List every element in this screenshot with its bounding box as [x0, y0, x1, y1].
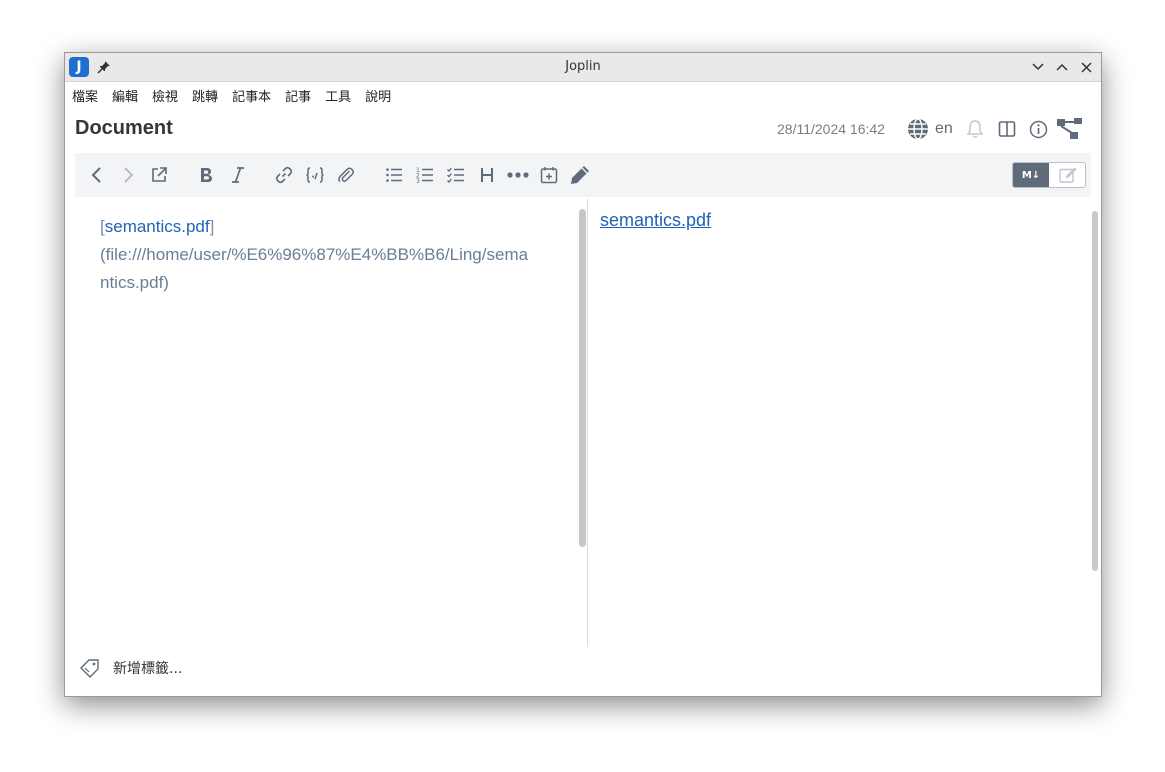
language-selector[interactable]: en	[907, 118, 953, 140]
note-updated-time: 28/11/2024 16:42	[777, 121, 885, 137]
tag-bar[interactable]: 新增標籤...	[79, 658, 182, 678]
note-properties-icon[interactable]	[1029, 118, 1048, 140]
close-button[interactable]	[1077, 58, 1095, 76]
menu-go[interactable]: 跳轉	[185, 82, 225, 106]
menu-notebook[interactable]: 記事本	[225, 82, 278, 106]
more-icon[interactable]	[507, 164, 529, 186]
add-tags-label[interactable]: 新增標籤...	[113, 658, 182, 678]
viewer-link[interactable]: semantics.pdf	[600, 210, 711, 231]
language-label: en	[935, 120, 953, 137]
menu-tools[interactable]: 工具	[318, 82, 358, 106]
menu-note[interactable]: 記事	[278, 82, 318, 106]
editor-link-text: semantics.pdf	[104, 217, 210, 236]
note-title[interactable]: Document	[75, 117, 173, 140]
app-window: J Joplin 檔案 編輯 檢視 跳轉 記事本 記事 工具 說明 Docume…	[64, 52, 1102, 697]
editor-line-2: (file:///home/user/%E6%96%87%E4%BB%B6/Li…	[100, 245, 529, 264]
editor-line-1: [semantics.pdf]	[100, 213, 560, 241]
editor-mode-toggle[interactable]: M↓	[1012, 162, 1086, 188]
bullet-list-icon[interactable]	[383, 164, 405, 186]
open-external-icon[interactable]	[148, 164, 170, 186]
menu-edit[interactable]: 編輯	[105, 82, 145, 106]
bracket-close: ]	[209, 217, 215, 236]
code-icon[interactable]	[304, 164, 326, 186]
alarm-icon[interactable]	[965, 118, 985, 140]
layout-toggle-icon[interactable]	[998, 118, 1016, 140]
menu-file[interactable]: 檔案	[65, 82, 105, 106]
italic-icon[interactable]	[227, 164, 249, 186]
spellcheck-pen-icon[interactable]	[569, 164, 591, 186]
attach-icon[interactable]	[335, 164, 357, 186]
viewer-scrollbar[interactable]	[1092, 211, 1098, 571]
numbered-list-icon[interactable]: 123	[414, 164, 436, 186]
heading-icon[interactable]	[476, 164, 498, 186]
markdown-editor[interactable]: [semantics.pdf] (file:///home/user/%E6%9…	[100, 213, 560, 297]
minimize-button[interactable]	[1029, 58, 1047, 76]
markdown-mode-button[interactable]: M↓	[1013, 163, 1049, 187]
title-bar[interactable]: J Joplin	[65, 53, 1101, 82]
insert-datetime-icon[interactable]	[538, 164, 560, 186]
toc-tree-icon[interactable]	[1056, 118, 1084, 140]
link-icon[interactable]	[273, 164, 295, 186]
tag-icon	[80, 659, 99, 678]
menu-bar: 檔案 編輯 檢視 跳轉 記事本 記事 工具 說明	[65, 82, 1101, 106]
checklist-icon[interactable]	[445, 164, 467, 186]
edit-icon	[1058, 167, 1076, 183]
menu-view[interactable]: 檢視	[145, 82, 185, 106]
back-icon[interactable]	[86, 164, 108, 186]
pane-divider[interactable]	[587, 199, 588, 647]
forward-icon[interactable]	[117, 164, 139, 186]
window-title: Joplin	[565, 59, 601, 74]
editor-scrollbar[interactable]	[579, 209, 586, 547]
rich-text-mode-button[interactable]	[1050, 163, 1085, 187]
maximize-button[interactable]	[1053, 58, 1071, 76]
globe-icon	[908, 118, 928, 140]
editor-line-3: ntics.pdf)	[100, 273, 169, 292]
bold-icon[interactable]	[195, 164, 217, 186]
svg-text:3: 3	[416, 178, 420, 184]
editor-toolbar: 123 M↓	[75, 153, 1091, 197]
menu-help[interactable]: 說明	[358, 82, 398, 106]
